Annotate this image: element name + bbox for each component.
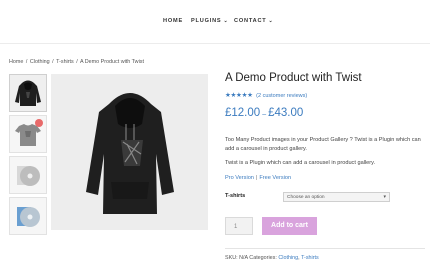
thumbnail-disc-blue[interactable] xyxy=(9,197,47,235)
nav-home[interactable]: HOME xyxy=(163,18,183,24)
product-price: £12.00– £43.00 xyxy=(225,107,303,119)
chevron-down-icon: ⌄ xyxy=(223,18,229,24)
breadcrumb-separator: / xyxy=(76,59,78,65)
breadcrumb-tshirts[interactable]: T-shirts xyxy=(56,59,74,65)
category-link-tshirts[interactable]: T-shirts xyxy=(301,255,319,261)
nav-plugins-label: PLUGINS xyxy=(191,18,222,24)
thumbnail-tshirt[interactable] xyxy=(9,115,47,153)
link-separator: | xyxy=(255,175,258,181)
product-rating: ★★★★★ (2 customer reviews) xyxy=(225,91,307,99)
tshirt-thumbnail-image xyxy=(15,119,43,146)
price-low: £12.00 xyxy=(225,107,261,119)
category-separator: , xyxy=(298,255,300,261)
product-description-2: Twist is a Plugin which can add a carous… xyxy=(225,160,376,166)
disc-thumbnail-image xyxy=(17,207,40,227)
breadcrumb-clothing[interactable]: Clothing xyxy=(30,59,50,65)
nav-plugins[interactable]: PLUGINS ⌄ xyxy=(191,18,228,24)
thumbnail-hoodie[interactable] xyxy=(9,74,47,112)
variant-select[interactable]: Choose an option ▾ xyxy=(283,192,390,202)
thumbnail-disc-white[interactable] xyxy=(9,156,47,194)
hoodie-thumbnail-image xyxy=(15,80,41,106)
price-high: £43.00 xyxy=(268,107,304,119)
nav-contact[interactable]: CONTACT ⌄ xyxy=(234,18,274,24)
sku-value: N/A xyxy=(239,255,248,261)
chevron-down-icon: ⌄ xyxy=(268,18,274,24)
caret-down-icon: ▾ xyxy=(383,194,386,200)
variant-label: T-shirts xyxy=(225,193,246,199)
hoodie-image xyxy=(86,93,174,214)
product-meta: SKU: N/A Categories: Clothing, T-shirts xyxy=(225,255,319,261)
product-description-1: Too Many Product images in your Product … xyxy=(225,137,421,152)
version-links: Pro Version | Free Version xyxy=(225,175,291,181)
top-navigation: HOME PLUGINS ⌄ CONTACT ⌄ xyxy=(0,0,430,44)
divider xyxy=(225,248,425,249)
breadcrumb-separator: / xyxy=(25,59,28,65)
quantity-input[interactable]: 1 xyxy=(225,217,253,235)
price-separator: – xyxy=(262,111,267,118)
sku-label: SKU: xyxy=(225,255,238,261)
breadcrumb-separator: / xyxy=(52,59,54,65)
breadcrumb: Home / Clothing / T-shirts / A Demo Prod… xyxy=(9,59,144,65)
variant-select-value: Choose an option xyxy=(287,195,325,200)
disc-thumbnail-image xyxy=(17,166,40,186)
nav-home-label: HOME xyxy=(163,18,183,24)
product-title: A Demo Product with Twist xyxy=(225,72,362,84)
add-to-cart-button[interactable]: Add to cart xyxy=(262,217,317,235)
breadcrumb-current: A Demo Product with Twist xyxy=(79,59,144,65)
nav-contact-label: CONTACT xyxy=(234,18,267,24)
category-link-clothing[interactable]: Clothing xyxy=(278,255,298,261)
free-version-link[interactable]: Free Version xyxy=(259,175,291,181)
reviews-link[interactable]: (2 customer reviews) xyxy=(256,93,307,99)
categories-label: Categories: xyxy=(249,255,277,261)
pro-version-link[interactable]: Pro Version xyxy=(225,175,254,181)
breadcrumb-home[interactable]: Home xyxy=(9,59,23,65)
rating-stars: ★★★★★ xyxy=(225,92,253,99)
main-product-image[interactable] xyxy=(51,74,208,230)
